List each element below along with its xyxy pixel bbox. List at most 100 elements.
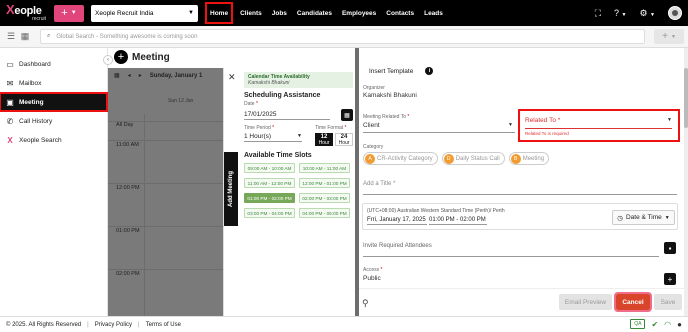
save-button[interactable]: Save: [654, 294, 682, 310]
organization-select[interactable]: Xeople Recruit India ▼: [91, 4, 198, 22]
calendar-icon: ▣: [6, 97, 14, 107]
date-time-box: (UTC+08:00) Australian Western Standard …: [362, 203, 678, 230]
time-slot[interactable]: 04:00 PM - 05:00 PM: [299, 208, 350, 218]
related-to-error: Related To is required: [525, 131, 569, 136]
paperclip-icon[interactable]: ⚲: [362, 298, 369, 309]
xeople-icon: X: [7, 135, 13, 145]
attendees-input[interactable]: Invite Required Attendees: [363, 243, 432, 249]
chevron-left-icon[interactable]: ◂: [128, 72, 131, 79]
sidebar-item-dashboard[interactable]: ▭ Dashboard: [0, 55, 107, 73]
add-access-icon[interactable]: +: [664, 273, 676, 285]
scheduling-title: Scheduling Assistance: [244, 92, 321, 99]
nav-leads[interactable]: Leads: [419, 0, 448, 26]
sidebar-item-meeting[interactable]: ▣ Meeting: [0, 92, 108, 112]
format-24-hour-button[interactable]: 24 Hour: [335, 133, 353, 146]
nav-home[interactable]: Home: [203, 0, 235, 26]
add-meeting-tab[interactable]: Add Meeting: [224, 152, 238, 226]
title-input[interactable]: Add a Title *: [363, 181, 395, 187]
nav-clients[interactable]: Clients: [235, 0, 267, 26]
date-field[interactable]: 17/01/2025: [244, 111, 330, 120]
time-slot[interactable]: 11:00 AM - 12:00 PM: [244, 178, 295, 188]
mail-icon: ✉: [6, 78, 14, 88]
contacts-icon[interactable]: ▪: [664, 242, 676, 254]
chevron-down-icon: ▼: [297, 133, 302, 139]
nav-contacts[interactable]: Contacts: [381, 0, 419, 26]
chevron-down-icon: ▼: [667, 117, 672, 123]
add-button[interactable]: + ▼: [654, 29, 684, 44]
nav-candidates[interactable]: Candidates: [292, 0, 337, 26]
email-preview-button[interactable]: Email Preview: [559, 294, 612, 310]
wifi-icon: ◠: [664, 319, 672, 329]
privacy-link[interactable]: Privacy Policy: [95, 322, 132, 328]
time-slot-selected[interactable]: 01:00 PM - 02:00 PM: [244, 193, 295, 203]
clock-icon: ◷: [617, 214, 623, 222]
time-slot-grid: 09:00 AM - 10:00 AM 10:00 AM - 11:00 AM …: [244, 163, 353, 218]
list-view-icon[interactable]: ☰: [4, 31, 18, 42]
global-search[interactable]: ⌕ Global Search - Something awesome is c…: [40, 29, 645, 44]
settings-icon[interactable]: ⚙ ▼: [639, 8, 655, 19]
nav-jobs[interactable]: Jobs: [267, 0, 292, 26]
sidebar-item-mailbox[interactable]: ✉ Mailbox: [0, 74, 107, 92]
search-input[interactable]: Global Search - Something awesome is com…: [56, 34, 197, 40]
time-slot[interactable]: 09:00 AM - 10:00 AM: [244, 163, 295, 173]
timezone-label: (UTC+08:00) Australian Western Standard …: [367, 208, 505, 214]
collapse-sidebar-button[interactable]: ‹: [103, 55, 113, 65]
info-icon[interactable]: i: [425, 67, 434, 75]
time-period-select[interactable]: 1 Hour(s) ▼: [244, 133, 302, 142]
chevron-down-icon: ▼: [70, 10, 77, 16]
category-chip[interactable]: D Daily Status Call: [441, 152, 505, 165]
status-icon: ●: [677, 319, 682, 329]
access-label: Access: [363, 267, 380, 273]
calendar-day-label: Sun 12 Jan: [168, 98, 194, 104]
calendar-icon[interactable]: ▦: [114, 72, 120, 79]
quick-add-button[interactable]: + ▼: [54, 4, 84, 22]
search-bar: ☰ ▦ ⌕ Global Search - Something awesome …: [0, 26, 688, 48]
environment-badge: QA: [630, 319, 646, 329]
sidebar-item-call-history[interactable]: ✆ Call History: [0, 112, 107, 130]
day-column[interactable]: [144, 114, 223, 316]
related-to-select[interactable]: Related To * ▼ Related To is required: [518, 109, 680, 142]
category-label: Category: [363, 144, 384, 150]
footer: © 2025. All Rights Reserved | Privacy Po…: [0, 316, 688, 332]
calendar-picker-icon[interactable]: ▦: [341, 109, 353, 121]
check-circle-icon: ✔: [651, 319, 659, 329]
top-bar: Xeople recruit + ▼ Xeople Recruit India ▼…: [0, 0, 688, 26]
time-slot[interactable]: 12:00 PM - 01:00 PM: [299, 178, 350, 188]
insert-template-link[interactable]: Insert Template: [369, 68, 413, 75]
organizer-label: Organizer: [363, 85, 385, 91]
calendar-view: ▦ ◂ ▸ Sunday, January 1 Sun 12 Jan All D…: [108, 68, 223, 316]
close-icon[interactable]: ✕: [228, 72, 236, 83]
chevron-down-icon: ▼: [508, 122, 513, 128]
chevron-right-icon[interactable]: ▸: [139, 72, 142, 79]
cancel-button[interactable]: Cancel: [614, 292, 652, 312]
meeting-related-to-select[interactable]: Client: [363, 122, 380, 129]
help-icon[interactable]: ? ▼: [614, 8, 626, 18]
format-12-hour-button[interactable]: 12 Hour: [315, 133, 333, 146]
meeting-date[interactable]: Frri, January 17, 2025: [367, 217, 427, 225]
nav-employees[interactable]: Employees: [337, 0, 381, 26]
time-slot[interactable]: 02:00 PM - 03:00 PM: [299, 193, 350, 203]
terms-link[interactable]: Terms of Use: [146, 322, 181, 328]
fullscreen-icon[interactable]: ⛶: [595, 8, 601, 19]
logo-sub: recruit: [32, 15, 46, 22]
category-chip[interactable]: A CR-Activity Category: [363, 152, 438, 165]
date-time-button[interactable]: ◷ Date & Time ▼: [612, 210, 675, 225]
page-title: Meeting: [132, 51, 170, 63]
copyright: © 2025. All Rights Reserved: [6, 321, 82, 328]
slots-title: Available Time Slots: [244, 152, 312, 159]
grid-view-icon[interactable]: ▦: [18, 31, 32, 42]
access-select[interactable]: Public: [363, 275, 381, 282]
avatar[interactable]: [668, 6, 682, 20]
app-logo[interactable]: Xeople recruit: [0, 0, 50, 26]
meeting-time[interactable]: 01:00 PM - 02:00 PM: [429, 217, 487, 225]
availability-banner: Calendar Time Availability Kamakshi Bhak…: [244, 72, 353, 88]
sidebar-item-xeople-search[interactable]: X Xeople Search: [0, 131, 107, 149]
search-icon: ⌕: [47, 33, 51, 39]
add-icon[interactable]: +: [114, 50, 128, 64]
main-nav: Home Clients Jobs Candidates Employees C…: [203, 0, 448, 26]
category-chip[interactable]: B Meeting: [508, 152, 550, 165]
date-label: Date: [244, 101, 255, 107]
time-slot[interactable]: 03:00 PM - 04:00 PM: [244, 208, 295, 218]
scrollbar[interactable]: [684, 48, 688, 316]
time-slot[interactable]: 10:00 AM - 11:00 AM: [299, 163, 350, 173]
